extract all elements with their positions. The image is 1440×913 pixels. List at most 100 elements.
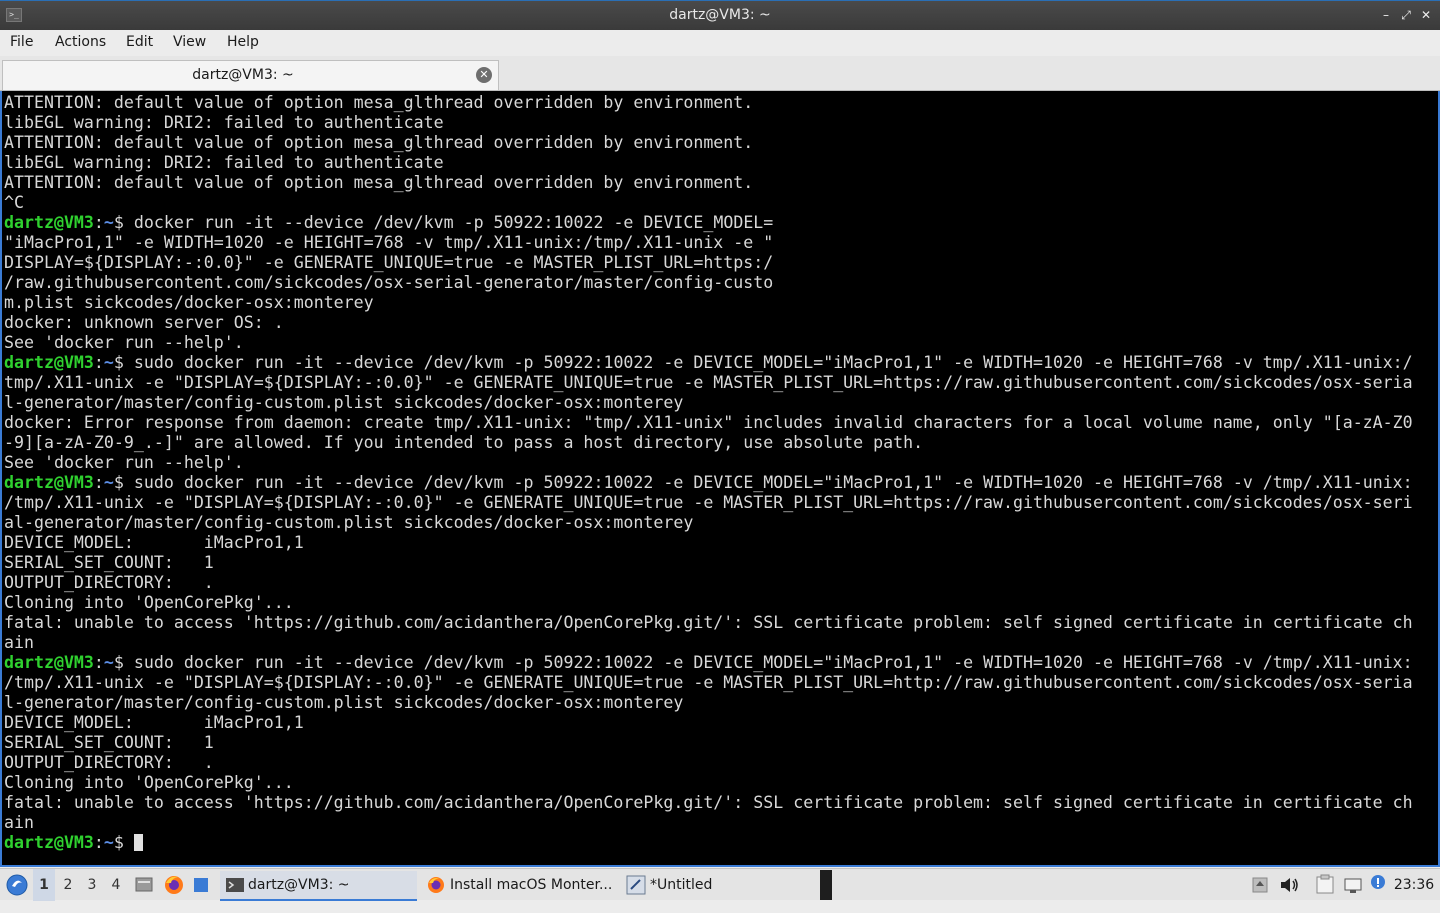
menu-help[interactable]: Help [227, 34, 259, 50]
menu-actions[interactable]: Actions [55, 34, 106, 50]
prompt-path: ~ [103, 473, 114, 492]
line-text: /tmp/.X11-unix -e "DISPLAY=${DISPLAY:-:0… [4, 493, 1413, 512]
line-text: DEVICE_MODEL: iMacPro1,1 [4, 533, 304, 552]
workspace-4[interactable]: 4 [105, 869, 127, 901]
line-text: OUTPUT_DIRECTORY: . [4, 573, 214, 592]
terminal-line: libEGL warning: DRI2: failed to authenti… [4, 153, 1438, 173]
terminal-line: DISPLAY=${DISPLAY:-:0.0}" -e GENERATE_UN… [4, 253, 1438, 273]
prompt-user: dartz@VM3 [4, 833, 94, 852]
prompt-path: ~ [103, 653, 114, 672]
terminal-line: -9][a-zA-Z0-9_.-]" are allowed. If you i… [4, 433, 1438, 453]
menu-file[interactable]: File [10, 34, 33, 50]
workspace-3[interactable]: 3 [81, 869, 103, 901]
terminal-line: m.plist sickcodes/docker-osx:monterey [4, 293, 1438, 313]
terminal-line: DEVICE_MODEL: iMacPro1,1 [4, 533, 1438, 553]
prompt-symbol: $ [113, 653, 134, 672]
desktop-launcher[interactable] [190, 869, 212, 901]
prompt-symbol: $ [113, 353, 134, 372]
workspace-1[interactable]: 1 [33, 869, 55, 901]
line-text: DISPLAY=${DISPLAY:-:0.0}" -e GENERATE_UN… [4, 253, 774, 272]
terminal-line: OUTPUT_DIRECTORY: . [4, 573, 1438, 593]
line-text: fatal: unable to access 'https://github.… [4, 613, 1413, 632]
prompt-path: ~ [103, 833, 114, 852]
prompt-separator: : [93, 833, 104, 852]
menu-view[interactable]: View [173, 34, 206, 50]
tray-updates[interactable] [1367, 869, 1389, 901]
line-text: OUTPUT_DIRECTORY: . [4, 753, 214, 772]
prompt-symbol: $ [113, 833, 134, 852]
firefox-launcher[interactable] [162, 869, 186, 901]
line-text: libEGL warning: DRI2: failed to authenti… [4, 113, 444, 132]
task-firefox[interactable]: Install macOS Monter... [422, 871, 618, 899]
tab-bar: dartz@VM3: ~ ✕ [0, 56, 1440, 91]
file-manager-icon [135, 877, 153, 892]
tray-volume[interactable] [1278, 869, 1300, 901]
line-text: /raw.githubusercontent.com/sickcodes/osx… [4, 273, 774, 292]
prompt-user: dartz@VM3 [4, 213, 94, 232]
task-text-editor[interactable]: *Untitled [624, 871, 814, 899]
terminal-line: See 'docker run --help'. [4, 453, 1438, 473]
terminal-prompt-line: dartz@VM3:~$ sudo docker run -it --devic… [4, 473, 1438, 493]
taskbar: 1 2 3 4 dartz@VM3: ~ Install macOS Monte… [0, 868, 1440, 901]
terminal-cursor [133, 834, 143, 851]
terminal-line: Cloning into 'OpenCorePkg'... [4, 773, 1438, 793]
line-text: ^C [4, 193, 24, 212]
line-text: m.plist sickcodes/docker-osx:monterey [4, 293, 374, 312]
clipboard-icon [1316, 874, 1334, 894]
line-text: See 'docker run --help'. [4, 453, 244, 472]
line-text: ain [4, 633, 34, 652]
tray-network[interactable] [1342, 869, 1364, 901]
line-text: libEGL warning: DRI2: failed to authenti… [4, 153, 444, 172]
prompt-symbol: $ [113, 213, 134, 232]
terminal-line: fatal: unable to access 'https://github.… [4, 613, 1438, 633]
menu-bar: File Actions Edit View Help [0, 30, 1440, 56]
start-menu-button[interactable] [4, 869, 30, 901]
line-text: SERIAL_SET_COUNT: 1 [4, 733, 214, 752]
close-button[interactable]: ✕ [1418, 7, 1434, 23]
terminal-line: l-generator/master/config-custom.plist s… [4, 693, 1438, 713]
terminal-output[interactable]: ATTENTION: default value of option mesa_… [0, 91, 1440, 867]
file-manager-launcher[interactable] [133, 869, 155, 901]
notification-icon [1371, 875, 1385, 889]
terminal-line: ATTENTION: default value of option mesa_… [4, 173, 1438, 193]
line-text: /tmp/.X11-unix -e "DISPLAY=${DISPLAY:-:0… [4, 673, 1413, 692]
text-editor-icon [626, 875, 646, 895]
line-text: docker: Error response from daemon: crea… [4, 413, 1413, 432]
firefox-icon [428, 877, 444, 893]
show-desktop-icon [194, 878, 208, 892]
terminal-icon [226, 878, 244, 892]
terminal-line: /tmp/.X11-unix -e "DISPLAY=${DISPLAY:-:0… [4, 493, 1438, 513]
terminal-line: DEVICE_MODEL: iMacPro1,1 [4, 713, 1438, 733]
line-text: fatal: unable to access 'https://github.… [4, 793, 1413, 812]
line-text: tmp/.X11-unix -e "DISPLAY=${DISPLAY:-:0.… [4, 373, 1413, 392]
line-text: l-generator/master/config-custom.plist s… [4, 393, 684, 412]
lubuntu-logo-icon [6, 874, 28, 896]
terminal-line: ain [4, 813, 1438, 833]
workspace-2[interactable]: 2 [57, 869, 79, 901]
line-text: ATTENTION: default value of option mesa_… [4, 93, 754, 112]
tab-label: dartz@VM3: ~ [192, 67, 294, 83]
line-text: Cloning into 'OpenCorePkg'... [4, 593, 294, 612]
line-text: ATTENTION: default value of option mesa_… [4, 173, 754, 192]
terminal-line: libEGL warning: DRI2: failed to authenti… [4, 113, 1438, 133]
line-text: sudo docker run -it --device /dev/kvm -p… [133, 353, 1413, 372]
prompt-separator: : [93, 653, 104, 672]
line-text: sudo docker run -it --device /dev/kvm -p… [133, 473, 1413, 492]
terminal-line: SERIAL_SET_COUNT: 1 [4, 733, 1438, 753]
window-titlebar[interactable]: >_ dartz@VM3: ~ – ⤢ ✕ [0, 0, 1440, 30]
tray-keyboard[interactable] [1250, 869, 1270, 901]
terminal-line: docker: unknown server OS: . [4, 313, 1438, 333]
line-text: "iMacPro1,1" -e WIDTH=1020 -e HEIGHT=768… [4, 233, 774, 252]
tray-clipboard[interactable] [1313, 869, 1337, 901]
menu-edit[interactable]: Edit [126, 34, 153, 50]
tab-terminal[interactable]: dartz@VM3: ~ ✕ [2, 60, 499, 90]
taskbar-separator [820, 870, 832, 900]
minimize-button[interactable]: – [1378, 7, 1394, 23]
clock[interactable]: 23:36 [1392, 869, 1436, 901]
tab-close-icon[interactable]: ✕ [476, 67, 492, 83]
prompt-user: dartz@VM3 [4, 353, 94, 372]
line-text: docker run -it --device /dev/kvm -p 5092… [133, 213, 774, 232]
maximize-button[interactable]: ⤢ [1398, 7, 1414, 23]
terminal-line: "iMacPro1,1" -e WIDTH=1020 -e HEIGHT=768… [4, 233, 1438, 253]
task-terminal[interactable]: dartz@VM3: ~ [220, 871, 417, 901]
